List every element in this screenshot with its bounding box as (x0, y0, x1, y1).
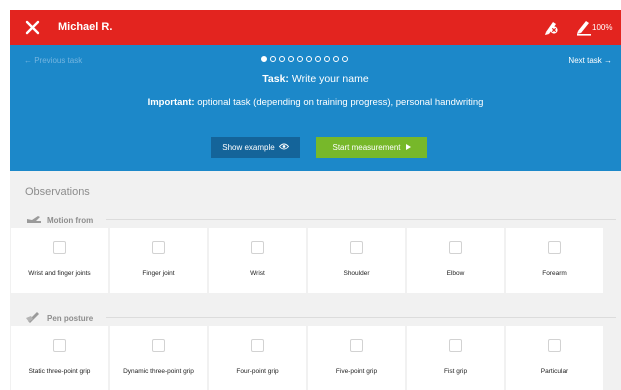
section-title: Pen posture (47, 313, 94, 323)
option-elbow[interactable]: Elbow (407, 228, 504, 293)
task-label: Task: (262, 73, 289, 85)
app-frame: Michael R. 100% ← Previous task Next tas… (0, 0, 621, 390)
progress-dot[interactable] (342, 56, 348, 62)
option-label: Four-point grip (236, 368, 279, 375)
option-shoulder[interactable]: Shoulder (308, 228, 405, 293)
progress-dot[interactable] (279, 56, 285, 62)
option-label: Five-point grip (335, 368, 378, 375)
eye-icon (278, 143, 289, 152)
option-label: Forearm (542, 270, 567, 277)
show-example-label: Show example (222, 143, 275, 152)
checkbox[interactable] (152, 241, 165, 254)
option-label: Finger joint (142, 270, 175, 277)
progress-dot[interactable] (333, 56, 339, 62)
checkbox[interactable] (251, 241, 264, 254)
checkbox[interactable] (53, 339, 66, 352)
option-label: Wrist and finger joints (28, 270, 91, 277)
section-label-motion-from: Motion from (26, 214, 93, 226)
checkbox[interactable] (350, 339, 363, 352)
checkbox[interactable] (350, 241, 363, 254)
start-measurement-label: Start measurement (332, 143, 401, 152)
user-name: Michael R. (58, 21, 113, 33)
previous-task-link[interactable]: ← Previous task (24, 56, 82, 65)
progress-dot[interactable] (306, 56, 312, 62)
close-icon[interactable] (24, 19, 41, 36)
show-example-button[interactable]: Show example (211, 137, 300, 158)
task-value: Write your name (291, 73, 369, 85)
important-value: optional task (depending on training pro… (197, 97, 484, 108)
progress-dot[interactable] (270, 56, 276, 62)
section-title: Motion from (47, 215, 94, 225)
section-divider (106, 219, 616, 220)
option-forearm[interactable]: Forearm (506, 228, 603, 293)
option-fist-grip[interactable]: Fist grip (407, 326, 504, 390)
option-five-point-grip[interactable]: Five-point grip (308, 326, 405, 390)
play-icon (405, 143, 411, 152)
pen-battery-icon (576, 18, 592, 36)
option-four-point-grip[interactable]: Four-point grip (209, 326, 306, 390)
checkbox[interactable] (449, 241, 462, 254)
progress-dot[interactable] (288, 56, 294, 62)
pen-disconnected-icon[interactable] (542, 18, 560, 36)
option-label: Elbow (446, 270, 465, 277)
option-label: Shoulder (343, 270, 370, 277)
important-note: Important: optional task (depending on t… (10, 97, 621, 108)
option-label: Wrist (250, 270, 265, 277)
motion-from-options: Wrist and finger joints Finger joint Wri… (11, 228, 603, 293)
start-measurement-button[interactable]: Start measurement (316, 137, 427, 158)
progress-dot-current[interactable] (261, 56, 267, 62)
next-task-link[interactable]: Next task → (568, 56, 612, 65)
battery-percent: 100% (592, 23, 613, 32)
progress-dot[interactable] (315, 56, 321, 62)
progress-dot[interactable] (297, 56, 303, 62)
section-divider (106, 317, 616, 318)
top-bar: Michael R. 100% (10, 10, 621, 45)
checkbox[interactable] (53, 241, 66, 254)
progress-dot[interactable] (324, 56, 330, 62)
checkbox[interactable] (449, 339, 462, 352)
checkbox[interactable] (152, 339, 165, 352)
option-particular[interactable]: Particular (506, 326, 603, 390)
observations-panel: Observations Motion from Wrist and finge… (10, 171, 621, 390)
section-label-pen-posture: Pen posture (26, 311, 93, 325)
option-wrist-and-finger-joints[interactable]: Wrist and finger joints (11, 228, 108, 293)
task-header: ← Previous task Next task → Task: Write … (10, 45, 621, 171)
option-wrist[interactable]: Wrist (209, 228, 306, 293)
writing-hand-icon (26, 214, 42, 226)
task-description: Task: Write your name (10, 73, 621, 85)
option-static-three-point-grip[interactable]: Static three-point grip (11, 326, 108, 390)
option-label: Static three-point grip (28, 368, 91, 375)
checkbox[interactable] (548, 241, 561, 254)
checkbox[interactable] (251, 339, 264, 352)
option-finger-joint[interactable]: Finger joint (110, 228, 207, 293)
checkbox[interactable] (548, 339, 561, 352)
important-label: Important: (147, 97, 195, 108)
option-label: Fist grip (443, 368, 468, 375)
task-progress-dots (261, 55, 348, 63)
pen-posture-icon (26, 311, 42, 325)
option-label: Particular (540, 368, 569, 375)
observations-title: Observations (25, 186, 90, 198)
option-label: Dynamic three-point grip (123, 368, 194, 375)
option-dynamic-three-point-grip[interactable]: Dynamic three-point grip (110, 326, 207, 390)
pen-posture-options: Static three-point grip Dynamic three-po… (11, 326, 603, 390)
